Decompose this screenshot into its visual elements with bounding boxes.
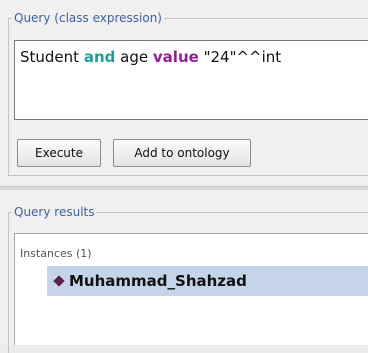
expression-property: age bbox=[120, 48, 149, 66]
result-item-label: Muhammad_Shahzad bbox=[69, 272, 247, 290]
class-expression-editor[interactable]: Student and age value "24"^^int bbox=[14, 40, 368, 120]
expression-literal: "24"^^int bbox=[203, 48, 282, 66]
expression-keyword-value: value bbox=[152, 48, 199, 66]
query-panel-title: Query (class expression) bbox=[12, 11, 164, 25]
add-to-ontology-button[interactable]: Add to ontology bbox=[113, 139, 251, 167]
result-item-muhammad-shahzad[interactable]: Muhammad_Shahzad bbox=[47, 266, 368, 296]
expression-class-name: Student bbox=[20, 48, 80, 66]
execute-button[interactable]: Execute bbox=[17, 139, 101, 167]
results-panel-title: Query results bbox=[12, 205, 97, 219]
expression-keyword-and: and bbox=[83, 48, 116, 66]
individual-diamond-icon bbox=[53, 275, 65, 287]
instances-section-header: Instances (1) bbox=[20, 247, 92, 260]
